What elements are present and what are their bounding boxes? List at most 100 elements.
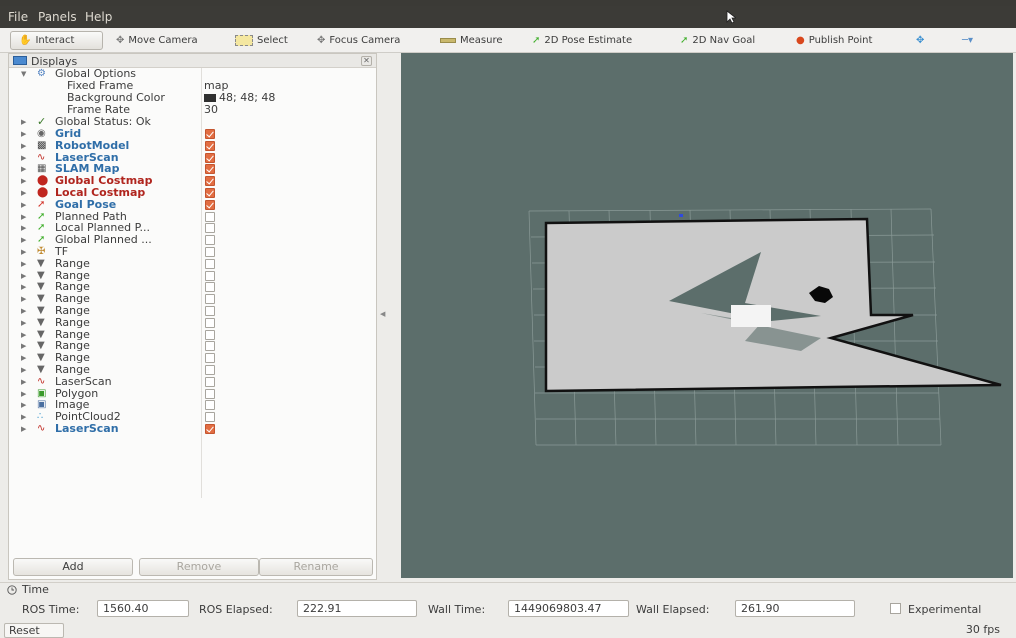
- expand-arrow-icon[interactable]: ▶: [21, 411, 26, 423]
- display-item-row[interactable]: ▶ ▩ RobotModel: [9, 139, 376, 152]
- display-enabled-checkbox[interactable]: [205, 176, 215, 187]
- map-render: [528, 208, 1002, 446]
- display-item-row[interactable]: ▶ ▼ Range: [9, 316, 376, 329]
- expand-arrow-icon[interactable]: ▶: [21, 234, 26, 246]
- display-enabled-checkbox[interactable]: [205, 329, 215, 340]
- menu-panels[interactable]: Panels: [38, 10, 77, 24]
- experimental-checkbox[interactable]: [890, 603, 901, 614]
- expand-arrow-icon[interactable]: ▼: [21, 68, 26, 80]
- property-value[interactable]: 30: [204, 104, 218, 116]
- display-enabled-checkbox[interactable]: [205, 258, 215, 269]
- expand-arrow-icon[interactable]: ▶: [21, 258, 26, 270]
- mouse-cursor-icon: [726, 10, 736, 24]
- display-enabled-checkbox[interactable]: [205, 306, 215, 316]
- move-camera-tool-button[interactable]: ✥ Move Camera: [116, 31, 198, 50]
- panel-splitter-handle[interactable]: ◀: [380, 310, 385, 318]
- display-enabled-checkbox[interactable]: [205, 365, 215, 375]
- expand-arrow-icon[interactable]: ▶: [21, 340, 26, 352]
- display-enabled-checkbox[interactable]: [205, 211, 215, 222]
- time-panel-header: Time: [0, 583, 1016, 596]
- display-enabled-checkbox[interactable]: [205, 353, 215, 364]
- expand-arrow-icon[interactable]: ▶: [21, 152, 26, 164]
- expand-arrow-icon[interactable]: ▶: [21, 211, 26, 223]
- ruler-icon: [440, 38, 456, 43]
- display-enabled-checkbox[interactable]: [205, 412, 215, 423]
- expand-arrow-icon[interactable]: ▶: [21, 175, 26, 187]
- nav-goal-label: 2D Nav Goal: [692, 35, 756, 46]
- wall-elapsed-field[interactable]: 261.90: [735, 600, 855, 617]
- display-enabled-checkbox[interactable]: [205, 199, 215, 210]
- add-tool-icon[interactable]: ✥: [916, 31, 924, 50]
- expand-arrow-icon[interactable]: ▶: [21, 376, 26, 388]
- expand-arrow-icon[interactable]: ▶: [21, 140, 26, 152]
- rename-button[interactable]: Rename: [259, 558, 373, 576]
- expand-arrow-icon[interactable]: ▶: [21, 116, 26, 128]
- display-enabled-checkbox[interactable]: [205, 188, 215, 198]
- publish-point-tool-button[interactable]: ● Publish Point: [796, 31, 872, 50]
- display-enabled-checkbox[interactable]: [205, 294, 215, 305]
- expand-arrow-icon[interactable]: ▶: [21, 329, 26, 341]
- expand-arrow-icon[interactable]: ▶: [21, 199, 26, 211]
- display-item-row[interactable]: ▶ ∿ LaserScan: [9, 423, 376, 435]
- wall-elapsed-label: Wall Elapsed:: [636, 603, 710, 616]
- property-background-color[interactable]: Background Color 48; 48; 48: [9, 92, 376, 104]
- expand-arrow-icon[interactable]: ▶: [21, 163, 26, 175]
- expand-arrow-icon[interactable]: ▶: [21, 281, 26, 293]
- pose-estimate-arrow-icon: ➚: [532, 35, 541, 46]
- display-enabled-checkbox[interactable]: [205, 235, 215, 246]
- display-enabled-checkbox[interactable]: [205, 247, 215, 257]
- expand-arrow-icon[interactable]: ▶: [21, 222, 26, 234]
- display-enabled-checkbox[interactable]: [205, 317, 215, 328]
- display-enabled-checkbox[interactable]: [205, 270, 215, 281]
- display-item-row[interactable]: ▶ ▼ Range: [9, 257, 376, 270]
- expand-arrow-icon[interactable]: ▶: [21, 270, 26, 282]
- expand-arrow-icon[interactable]: ▶: [21, 352, 26, 364]
- select-tool-button[interactable]: Select: [235, 31, 288, 50]
- nav-goal-arrow-icon: ➚: [680, 35, 689, 46]
- wall-time-field[interactable]: 1449069803.47: [508, 600, 629, 617]
- menu-file[interactable]: File: [8, 10, 28, 24]
- property-fixed-frame[interactable]: Fixed Frame map: [9, 80, 376, 92]
- ros-elapsed-field[interactable]: 222.91: [297, 600, 417, 617]
- display-enabled-checkbox[interactable]: [205, 164, 215, 175]
- pose-estimate-tool-button[interactable]: ➚ 2D Pose Estimate: [532, 31, 632, 50]
- expand-arrow-icon[interactable]: ▶: [21, 187, 26, 199]
- add-button[interactable]: Add: [13, 558, 133, 576]
- polygon-icon: ▣: [37, 387, 47, 399]
- 3d-viewport[interactable]: [401, 53, 1013, 578]
- interact-tool-button[interactable]: ✋ Interact: [10, 31, 103, 50]
- range-icon: ▼: [37, 281, 45, 293]
- remove-button[interactable]: Remove: [139, 558, 259, 576]
- display-enabled-checkbox[interactable]: [205, 282, 215, 293]
- measure-tool-button[interactable]: Measure: [440, 31, 503, 50]
- nav-goal-tool-button[interactable]: ➚ 2D Nav Goal: [680, 31, 755, 50]
- tree-row-global-options[interactable]: ▼ ⚙ Global Options: [9, 68, 376, 80]
- display-item-row[interactable]: ▶ ➚ Goal Pose: [9, 198, 376, 211]
- expand-arrow-icon[interactable]: ▶: [21, 246, 26, 258]
- expand-arrow-icon[interactable]: ▶: [21, 305, 26, 317]
- display-item-row[interactable]: ▶ ∿ LaserScan: [9, 375, 376, 388]
- robot-model-icon: ▩: [37, 139, 47, 151]
- expand-arrow-icon[interactable]: ▶: [21, 388, 26, 400]
- expand-arrow-icon[interactable]: ▶: [21, 293, 26, 305]
- expand-arrow-icon[interactable]: ▶: [21, 364, 26, 376]
- display-enabled-checkbox[interactable]: [205, 140, 215, 151]
- ros-time-field[interactable]: 1560.40: [97, 600, 189, 617]
- menu-help[interactable]: Help: [85, 10, 112, 24]
- expand-arrow-icon[interactable]: ▶: [21, 128, 26, 140]
- display-enabled-checkbox[interactable]: [205, 400, 215, 411]
- expand-arrow-icon[interactable]: ▶: [21, 317, 26, 329]
- display-enabled-checkbox[interactable]: [205, 341, 215, 352]
- focus-camera-tool-button[interactable]: ✥ Focus Camera: [317, 31, 400, 50]
- display-enabled-checkbox[interactable]: [205, 223, 215, 234]
- expand-arrow-icon[interactable]: ▶: [21, 423, 26, 435]
- expand-arrow-icon[interactable]: ▶: [21, 399, 26, 411]
- toolbar-overflow-button[interactable]: ─▾: [962, 31, 973, 50]
- display-enabled-checkbox[interactable]: [205, 376, 215, 387]
- display-enabled-checkbox[interactable]: [205, 152, 215, 163]
- display-enabled-checkbox[interactable]: [205, 424, 215, 434]
- monitor-icon: [13, 56, 27, 65]
- display-enabled-checkbox[interactable]: [205, 129, 215, 139]
- close-icon[interactable]: ✕: [361, 56, 372, 66]
- display-enabled-checkbox[interactable]: [205, 388, 215, 399]
